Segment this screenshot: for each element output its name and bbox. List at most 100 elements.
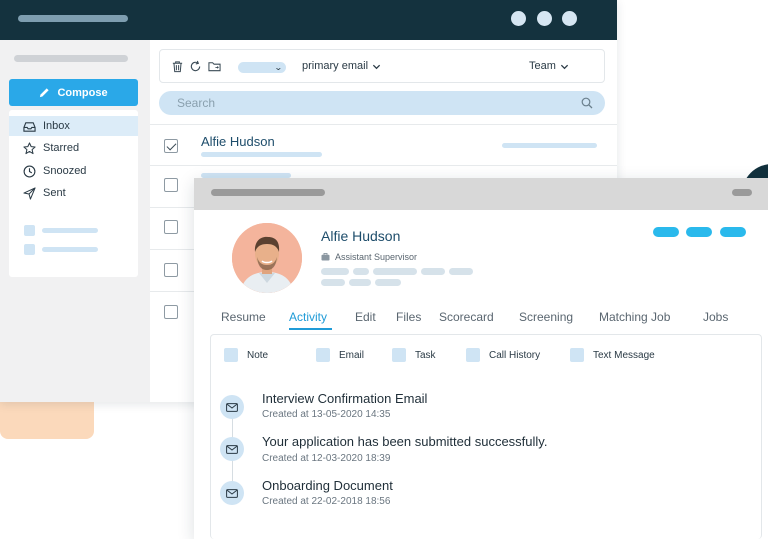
filter-text-message[interactable]: Text Message — [570, 348, 655, 362]
filter-checkbox[interactable] — [466, 348, 480, 362]
active-tab-indicator — [289, 328, 332, 330]
account-dropdown[interactable]: primary email — [302, 60, 381, 72]
info-placeholder — [321, 279, 345, 286]
tab-jobs[interactable]: Jobs — [703, 310, 728, 324]
filter-label: Task — [415, 349, 436, 361]
window-control-dot[interactable] — [511, 11, 526, 26]
row-checkbox[interactable] — [164, 139, 178, 153]
sidebar-item-sent[interactable]: Sent — [9, 183, 138, 203]
search-input[interactable] — [177, 95, 557, 111]
filter-checkbox[interactable] — [224, 348, 238, 362]
mail-toolbar: ⌄ primary email Team — [159, 49, 605, 83]
person-photo-icon — [232, 223, 302, 293]
clock-icon — [23, 165, 36, 177]
timeline-node — [220, 481, 244, 505]
role-label: Assistant Supervisor — [335, 252, 418, 262]
tab-activity[interactable]: Activity — [289, 310, 327, 324]
team-label: Team — [529, 60, 556, 72]
tab-scorecard[interactable]: Scorecard — [439, 310, 494, 324]
select-filter-dropdown[interactable]: ⌄ — [238, 62, 286, 73]
filter-checkbox[interactable] — [392, 348, 406, 362]
refresh-icon[interactable] — [189, 60, 202, 73]
team-dropdown[interactable]: Team — [529, 60, 569, 72]
tab-files[interactable]: Files — [396, 310, 421, 324]
envelope-icon — [226, 402, 238, 412]
activity-title[interactable]: Onboarding Document — [262, 478, 393, 493]
filter-note[interactable]: Note — [224, 348, 268, 362]
info-placeholder — [349, 279, 371, 286]
action-button[interactable] — [720, 227, 746, 237]
activity-title[interactable]: Your application has been submitted succ… — [262, 434, 547, 449]
filter-label: Note — [247, 349, 269, 361]
search-bar — [159, 91, 605, 115]
candidate-name: Alfie Hudson — [321, 228, 401, 244]
avatar — [232, 223, 302, 293]
profile-titlebar — [194, 178, 768, 210]
sidebar-item-starred[interactable]: Starred — [9, 138, 138, 158]
compose-button[interactable]: Compose — [9, 79, 138, 106]
inbox-icon — [23, 121, 36, 132]
tab-matching-job[interactable]: Matching Job — [599, 310, 670, 324]
sidebar-item-label: Sent — [43, 187, 66, 199]
mail-row[interactable]: Alfie Hudson — [150, 124, 617, 167]
row-sender: Alfie Hudson — [201, 134, 275, 149]
filter-call-history[interactable]: Call History — [466, 348, 540, 362]
profile-title-placeholder — [211, 189, 325, 196]
stage: Compose Inbox Starred Snoozed Sent ⌄ pri… — [0, 0, 768, 539]
filter-checkbox[interactable] — [570, 348, 584, 362]
envelope-icon — [226, 488, 238, 498]
row-checkbox[interactable] — [164, 263, 178, 277]
sidebar-item-snoozed[interactable]: Snoozed — [9, 161, 138, 181]
briefcase-icon — [321, 253, 330, 261]
candidate-role: Assistant Supervisor — [321, 252, 417, 262]
info-placeholder — [421, 268, 445, 275]
window-control-dot[interactable] — [562, 11, 577, 26]
trash-icon[interactable] — [171, 60, 184, 73]
sidebar-label-placeholder — [24, 225, 98, 236]
compose-label: Compose — [57, 86, 108, 99]
window-title-placeholder — [18, 15, 128, 22]
sidebar-item-label: Starred — [43, 142, 80, 154]
info-placeholder — [321, 268, 349, 275]
info-placeholder — [375, 279, 401, 286]
tab-edit[interactable]: Edit — [355, 310, 376, 324]
window-control-dot[interactable] — [537, 11, 552, 26]
info-placeholder — [449, 268, 473, 275]
timeline-node — [220, 395, 244, 419]
activity-time: Created at 12-03-2020 18:39 — [262, 453, 391, 464]
row-checkbox[interactable] — [164, 178, 178, 192]
sidebar-header-placeholder — [14, 55, 128, 62]
move-to-folder-icon[interactable] — [208, 60, 221, 73]
row-date-placeholder — [502, 143, 597, 148]
sidebar-item-label: Snoozed — [43, 165, 87, 177]
mail-sidebar: Compose Inbox Starred Snoozed Sent — [0, 40, 150, 402]
tab-screening[interactable]: Screening — [519, 310, 573, 324]
mail-titlebar — [0, 0, 617, 40]
star-icon — [23, 141, 36, 154]
filter-task[interactable]: Task — [392, 348, 436, 362]
filter-email[interactable]: Email — [316, 348, 364, 362]
send-icon — [23, 186, 36, 200]
chevron-down-icon — [372, 64, 381, 69]
search-icon[interactable] — [581, 97, 593, 109]
info-placeholder — [373, 268, 417, 275]
account-label: primary email — [302, 60, 369, 72]
filter-checkbox[interactable] — [316, 348, 330, 362]
activity-time: Created at 13-05-2020 14:35 — [262, 409, 391, 420]
row-checkbox[interactable] — [164, 305, 178, 319]
envelope-icon — [226, 444, 238, 454]
window-control-pill[interactable] — [732, 189, 752, 196]
sidebar-menu: Inbox Starred Snoozed Sent — [9, 110, 138, 277]
tab-resume[interactable]: Resume — [221, 310, 266, 324]
activity-time: Created at 22-02-2018 18:56 — [262, 496, 391, 507]
row-checkbox[interactable] — [164, 220, 178, 234]
sidebar-item-inbox[interactable]: Inbox — [9, 116, 138, 136]
activity-title[interactable]: Interview Confirmation Email — [262, 391, 427, 406]
action-button[interactable] — [686, 227, 712, 237]
action-button[interactable] — [653, 227, 679, 237]
filter-label: Call History — [489, 349, 541, 361]
row-subject-placeholder — [201, 152, 322, 157]
decor-peach-block — [0, 396, 94, 439]
pencil-icon — [40, 88, 50, 98]
filter-label: Email — [339, 349, 365, 361]
